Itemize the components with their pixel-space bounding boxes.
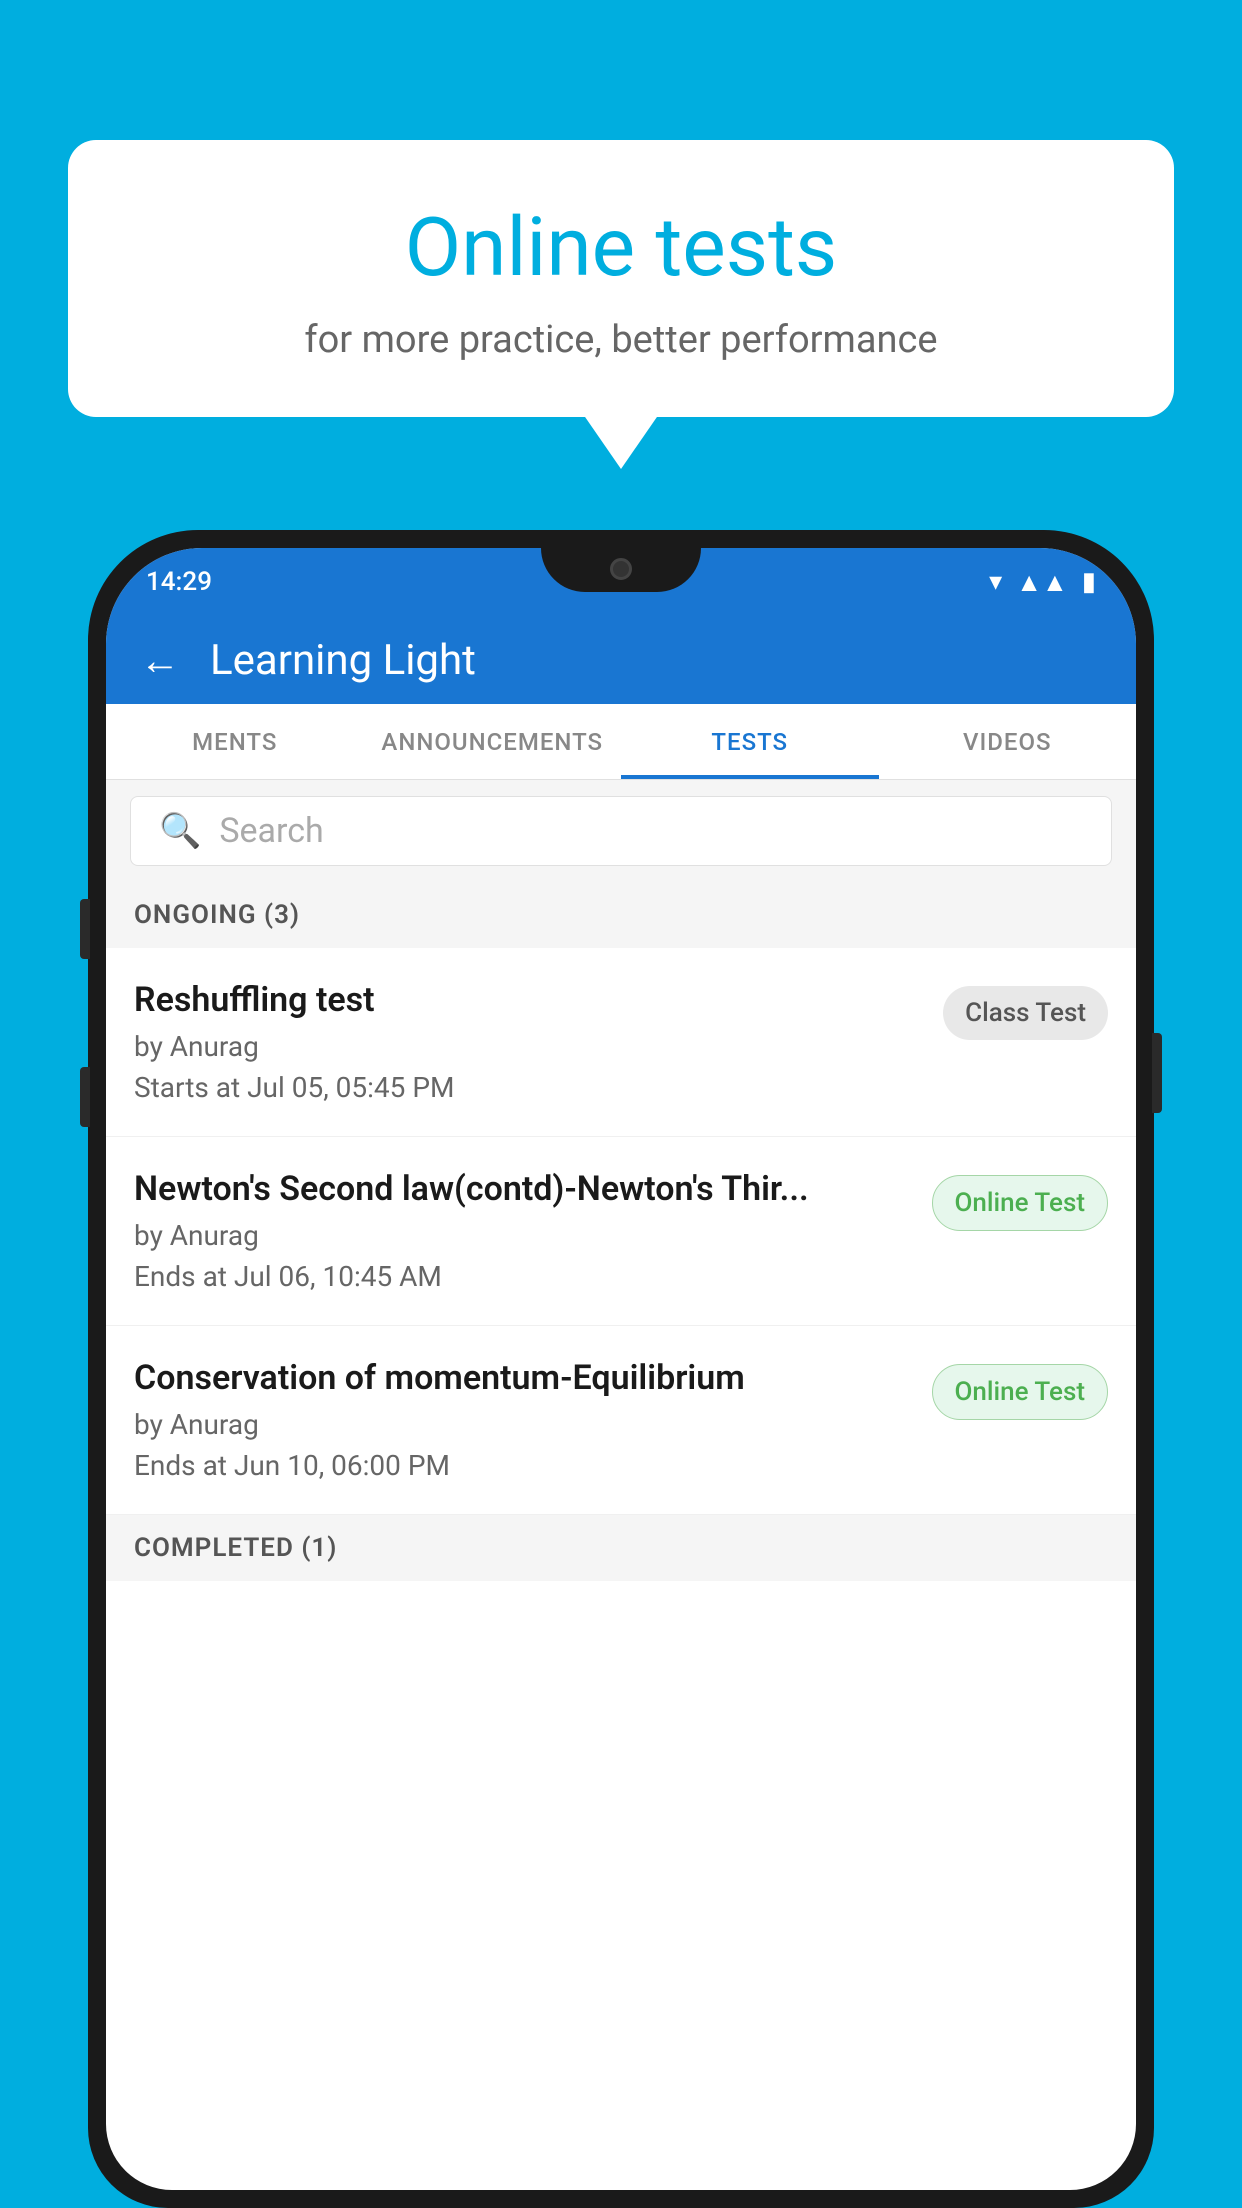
test-name-2: Newton's Second law(contd)-Newton's Thir…	[134, 1169, 916, 1209]
tab-videos[interactable]: VIDEOS	[879, 704, 1137, 779]
power-button	[1152, 1033, 1162, 1113]
test-author-1: by Anurag	[134, 1030, 927, 1063]
test-info-2: Newton's Second law(contd)-Newton's Thir…	[134, 1169, 916, 1293]
test-time-2: Ends at Jul 06, 10:45 AM	[134, 1260, 916, 1293]
status-icons: ▾ ▲▲ ▮	[989, 567, 1096, 598]
test-author-3: by Anurag	[134, 1408, 916, 1441]
search-box[interactable]: 🔍 Search	[130, 796, 1112, 866]
status-time: 14:29	[146, 567, 212, 597]
speech-bubble: Online tests for more practice, better p…	[68, 140, 1174, 417]
tabs-container: MENTS ANNOUNCEMENTS TESTS VIDEOS	[106, 704, 1136, 780]
tab-ments[interactable]: MENTS	[106, 704, 364, 779]
front-camera	[610, 558, 632, 580]
test-time-1: Starts at Jul 05, 05:45 PM	[134, 1071, 927, 1104]
test-badge-1: Class Test	[943, 986, 1108, 1040]
test-item-2[interactable]: Newton's Second law(contd)-Newton's Thir…	[106, 1137, 1136, 1326]
signal-icon: ▲▲	[1016, 567, 1067, 598]
test-author-2: by Anurag	[134, 1219, 916, 1252]
test-badge-2: Online Test	[932, 1175, 1109, 1231]
phone-mockup: 14:29 ▾ ▲▲ ▮ ← Learning Light MENTS ANNO…	[88, 530, 1154, 2208]
test-info-1: Reshuffling test by Anurag Starts at Jul…	[134, 980, 927, 1104]
phone-screen: 14:29 ▾ ▲▲ ▮ ← Learning Light MENTS ANNO…	[106, 548, 1136, 2190]
phone-outer-shell: 14:29 ▾ ▲▲ ▮ ← Learning Light MENTS ANNO…	[88, 530, 1154, 2208]
volume-down-button	[80, 1067, 90, 1127]
search-icon: 🔍	[159, 811, 201, 851]
tab-announcements[interactable]: ANNOUNCEMENTS	[364, 704, 622, 779]
bubble-title: Online tests	[118, 200, 1124, 296]
search-placeholder: Search	[219, 811, 323, 851]
volume-up-button	[80, 899, 90, 959]
back-arrow-icon[interactable]: ←	[140, 637, 180, 684]
bubble-subtitle: for more practice, better performance	[118, 318, 1124, 362]
test-item-3[interactable]: Conservation of momentum-Equilibrium by …	[106, 1326, 1136, 1515]
wifi-icon: ▾	[989, 567, 1002, 597]
section-completed-header: COMPLETED (1)	[106, 1515, 1136, 1581]
test-item-1[interactable]: Reshuffling test by Anurag Starts at Jul…	[106, 948, 1136, 1137]
app-title: Learning Light	[210, 636, 476, 685]
battery-icon: ▮	[1082, 567, 1096, 597]
test-name-1: Reshuffling test	[134, 980, 927, 1020]
test-badge-3: Online Test	[932, 1364, 1109, 1420]
tab-tests[interactable]: TESTS	[621, 704, 879, 779]
test-name-3: Conservation of momentum-Equilibrium	[134, 1358, 916, 1398]
phone-notch	[541, 548, 701, 592]
app-header: ← Learning Light	[106, 616, 1136, 704]
test-info-3: Conservation of momentum-Equilibrium by …	[134, 1358, 916, 1482]
test-list: Reshuffling test by Anurag Starts at Jul…	[106, 948, 1136, 1515]
section-ongoing-header: ONGOING (3)	[106, 882, 1136, 948]
search-container: 🔍 Search	[106, 780, 1136, 882]
test-time-3: Ends at Jun 10, 06:00 PM	[134, 1449, 916, 1482]
